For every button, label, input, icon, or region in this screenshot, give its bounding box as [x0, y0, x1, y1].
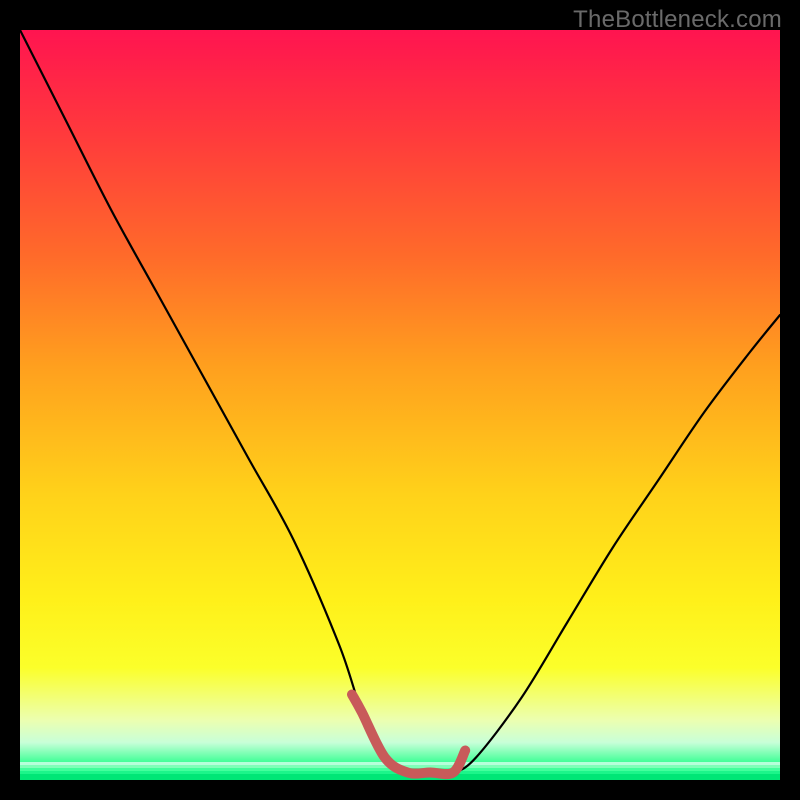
curve-layer — [20, 30, 780, 780]
plot-area — [20, 30, 780, 780]
bottleneck-curve-path — [20, 30, 780, 774]
trough-marker-path — [352, 695, 465, 775]
chart-stage: TheBottleneck.com — [0, 0, 800, 800]
